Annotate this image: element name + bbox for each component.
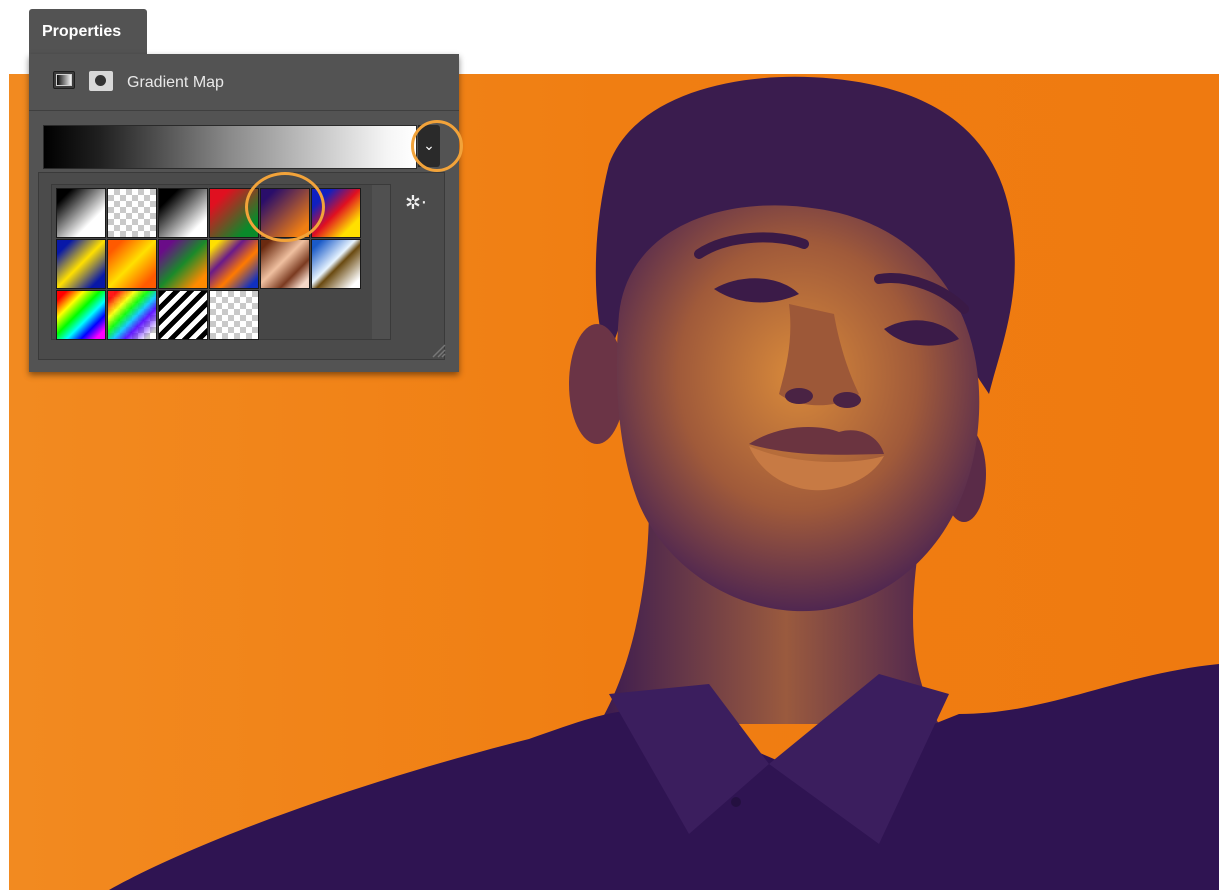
foreground-to-transparent-gradient-icon[interactable] [107,188,157,238]
yellow-violet-orange-blue-gradient-icon[interactable] [209,239,259,289]
blue-red-yellow-gradient-icon[interactable] [311,188,361,238]
layer-mask-icon[interactable] [89,71,113,91]
gradient-preview-bar[interactable] [43,125,417,169]
violet-green-orange-gradient-icon[interactable] [158,239,208,289]
black-white-gradient-icon[interactable] [158,188,208,238]
resize-grip-icon[interactable] [429,341,447,359]
blue-yellow-blue-gradient-icon[interactable] [56,239,106,289]
panel-header: Gradient Map [29,54,459,111]
orange-yellow-orange-gradient-icon[interactable] [107,239,157,289]
chevron-down-icon: ⌄ [423,137,435,153]
transparent-rainbow-gradient-icon[interactable] [107,290,157,340]
properties-tab[interactable]: Properties [29,9,147,55]
properties-panel: Gradient Map ⌄ ✲‧ [29,54,459,372]
gradient-dropdown-button[interactable]: ⌄ [418,125,440,167]
violet-orange-gradient-icon[interactable] [260,188,310,238]
transparent-stripes-gradient-icon[interactable] [158,290,208,340]
spectrum-gradient-icon[interactable] [56,290,106,340]
gradient-preset-picker: ✲‧ [38,172,445,360]
preset-scrollbar[interactable] [372,185,390,339]
gear-icon[interactable]: ✲‧ [405,192,427,215]
neutral-density-gradient-icon[interactable] [209,290,259,340]
copper-gradient-icon[interactable] [260,239,310,289]
preset-swatch-grid [51,184,391,340]
chrome-gradient-icon[interactable] [311,239,361,289]
red-green-gradient-icon[interactable] [209,188,259,238]
gradient-map-icon[interactable] [53,71,75,89]
adjustment-title: Gradient Map [127,74,224,91]
foreground-to-background-gradient-icon[interactable] [56,188,106,238]
